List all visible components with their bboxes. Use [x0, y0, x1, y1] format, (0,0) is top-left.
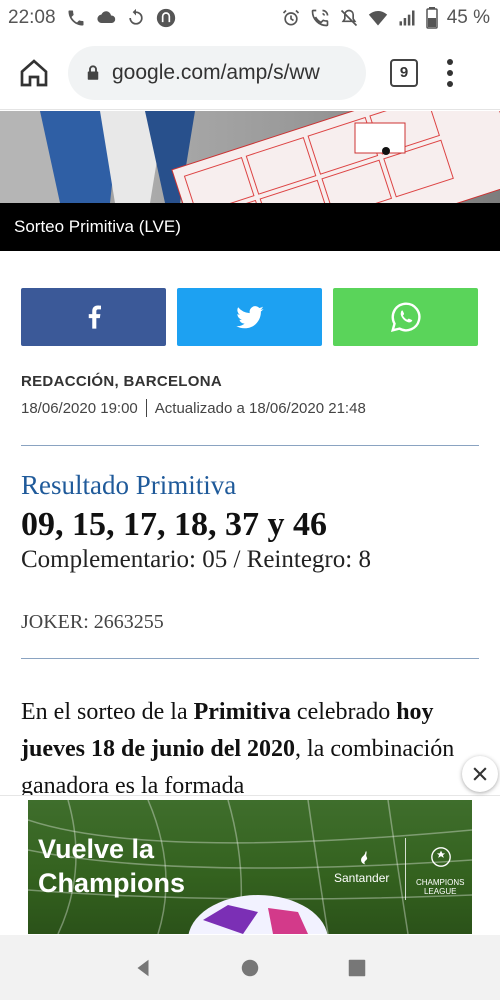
recents-button[interactable]	[342, 953, 372, 983]
home-nav-button[interactable]	[235, 953, 265, 983]
ad-close-button[interactable]	[462, 756, 498, 792]
published-date: 18/06/2020 19:00	[21, 399, 138, 417]
alarm-icon	[281, 8, 301, 28]
paragraph-bold: Primitiva	[193, 699, 291, 725]
result-complementary: Complementario: 05 / Reintegro: 8	[21, 546, 371, 573]
phone-icon	[66, 8, 86, 28]
article-dates: 18/06/2020 19:00 Actualizado a 18/06/202…	[21, 399, 366, 417]
twitter-icon	[235, 306, 264, 329]
wifi-calling-icon	[310, 8, 330, 28]
tab-switcher-button[interactable]: 9	[390, 58, 418, 87]
lock-icon	[87, 64, 99, 80]
share-twitter-button[interactable]	[177, 288, 322, 346]
divider	[21, 658, 479, 659]
result-joker: JOKER: 2663255	[21, 611, 164, 633]
more-menu-button[interactable]	[440, 53, 460, 93]
date-separator	[145, 399, 147, 417]
lottery-ticket-image	[0, 111, 500, 203]
recents-square-icon	[348, 959, 365, 976]
paragraph-text: En el sorteo de la	[21, 699, 194, 725]
system-navigation-bar	[0, 935, 500, 1000]
browser-toolbar: google.com/amp/s/ww 9	[0, 36, 500, 110]
status-time: 22:08	[8, 7, 56, 28]
url-text: google.com/amp/s/ww	[112, 60, 320, 84]
battery-icon	[425, 7, 438, 29]
ad-headline-line: Vuelve la	[38, 834, 155, 864]
app-badge-icon	[156, 8, 176, 28]
ad-brand: Santander	[334, 871, 390, 885]
battery-level: 45 %	[446, 7, 490, 28]
ad-headline-line: Champions	[38, 868, 186, 898]
share-whatsapp-button[interactable]	[333, 288, 478, 346]
mute-icon	[339, 8, 359, 28]
image-caption: Sorteo Primitiva (LVE)	[0, 203, 500, 251]
address-bar[interactable]: google.com/amp/s/ww	[68, 45, 366, 100]
ad-banner[interactable]: Vuelve la Champions Santander CHAMPIONS …	[28, 800, 472, 934]
result-title: Resultado Primitiva	[21, 470, 237, 500]
ad-headline: Vuelve la Champions	[38, 832, 185, 900]
ad-league-line: CHAMPIONS	[416, 878, 465, 887]
article-paragraph: En el sorteo de la Primitiva celebrado h…	[21, 694, 486, 805]
back-triangle-icon	[137, 959, 149, 976]
share-buttons	[21, 288, 478, 346]
status-bar: 22:08 45 %	[0, 0, 500, 36]
divider	[21, 445, 479, 446]
paragraph-text: celebrado	[290, 699, 397, 725]
starball-icon	[431, 847, 451, 867]
home-icon	[20, 58, 48, 86]
menu-dot-icon	[447, 80, 453, 87]
article-byline: REDACCIÓN, BARCELONA	[21, 373, 222, 390]
ad-league: CHAMPIONS LEAGUE	[416, 878, 464, 896]
menu-dot-icon	[447, 58, 453, 65]
result-numbers: 09, 15, 17, 18, 37 y 46	[21, 506, 327, 543]
updated-date: Actualizado a 18/06/2020 21:48	[154, 399, 366, 417]
santander-flame-icon	[361, 850, 368, 865]
home-circle-icon	[241, 959, 259, 976]
share-facebook-button[interactable]	[21, 288, 166, 346]
menu-dot-icon	[447, 69, 453, 76]
signal-icon	[397, 8, 417, 28]
sync-icon	[126, 8, 146, 28]
back-button[interactable]	[128, 953, 158, 983]
home-button[interactable]	[14, 53, 54, 93]
whatsapp-icon	[390, 302, 421, 333]
cloud-icon	[96, 8, 116, 28]
wifi-icon	[368, 8, 388, 28]
article-image	[0, 111, 500, 203]
facebook-icon	[88, 305, 101, 329]
ad-divider	[405, 838, 406, 900]
ad-league-line: LEAGUE	[423, 887, 457, 896]
close-icon	[473, 767, 487, 781]
